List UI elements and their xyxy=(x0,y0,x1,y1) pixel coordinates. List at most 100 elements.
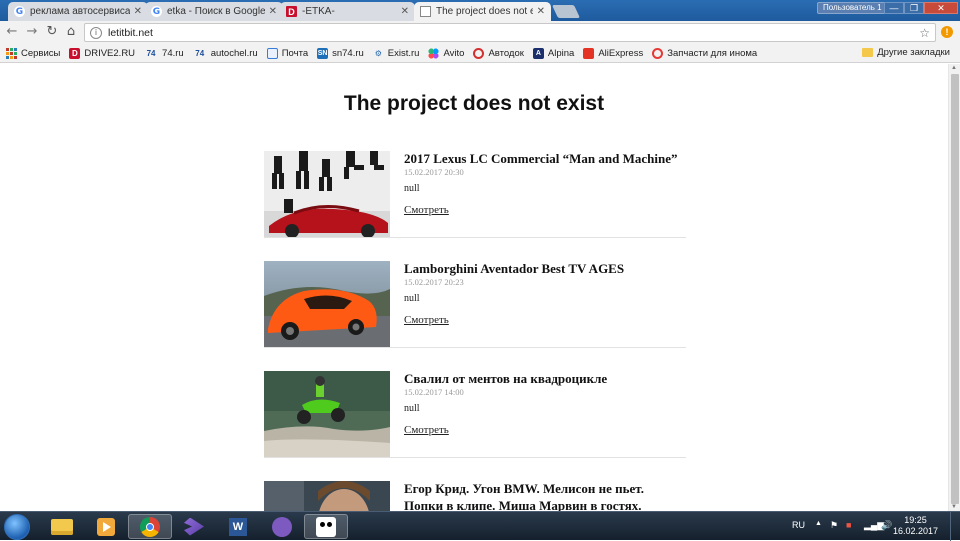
restore-button[interactable]: ❐ xyxy=(904,2,924,14)
post-title[interactable]: 2017 Lexus LC Commercial “Man and Machin… xyxy=(404,150,686,167)
page-title: The project does not exist xyxy=(343,92,605,115)
reload-button[interactable]: ↻ xyxy=(44,24,60,40)
google-icon: G xyxy=(14,6,25,17)
post-body: Lamborghini Aventador Best TV AGES 15.02… xyxy=(404,260,686,328)
post-title[interactable]: Lamborghini Aventador Best TV AGES xyxy=(404,260,686,277)
bookmark-services[interactable]: Сервисы xyxy=(6,47,60,59)
mail-agent-icon[interactable] xyxy=(304,514,348,539)
post-body: Свалил от ментов на квадроцикле 15.02.20… xyxy=(404,370,686,438)
bookmark-mail[interactable]: Почта xyxy=(266,47,308,59)
home-button[interactable]: ⌂ xyxy=(63,24,79,40)
browser-tab-strip: G реклама автосервиса та ✕ G etka - Поис… xyxy=(0,0,960,21)
forward-button[interactable]: → xyxy=(24,24,40,40)
bookmark-label: Запчасти для инома xyxy=(667,47,758,59)
other-bookmarks[interactable]: Другие закладки xyxy=(862,47,950,58)
volume-icon[interactable]: 🔊 xyxy=(881,520,892,531)
scroll-up-icon[interactable]: ▲ xyxy=(951,65,957,71)
word-icon[interactable]: W xyxy=(216,514,260,539)
language-indicator[interactable]: RU xyxy=(792,520,805,530)
bookmark-avtodok[interactable]: Автодок xyxy=(473,47,524,59)
chrome-icon[interactable] xyxy=(128,514,172,539)
new-tab-button[interactable] xyxy=(551,5,581,18)
post-item: Свалил от ментов на квадроцикле 15.02.20… xyxy=(264,348,686,458)
alpina-icon: A xyxy=(532,47,544,59)
system-clock[interactable]: 19:25 16.02.2017 xyxy=(893,515,938,537)
post-title[interactable]: Егор Крид. Угон BMW. Мелисон не пьет. По… xyxy=(404,480,686,511)
bookmark-star-icon[interactable]: ☆ xyxy=(919,26,930,40)
page-scrollbar[interactable]: ▲ ▼ xyxy=(948,64,960,511)
bookmark-alpina[interactable]: A Alpina xyxy=(532,47,574,59)
post-item: Егор Крид. Угон BMW. Мелисон не пьет. По… xyxy=(264,458,686,511)
info-icon[interactable]: i xyxy=(90,26,102,39)
apps-icon xyxy=(6,47,17,59)
post-thumbnail[interactable] xyxy=(264,151,390,237)
drive2-icon: D xyxy=(286,6,297,17)
post-date: 15.02.2017 20:23 xyxy=(404,277,464,287)
bookmark-74ru[interactable]: 74 74.ru xyxy=(144,48,184,59)
post-item: Lamborghini Aventador Best TV AGES 15.02… xyxy=(264,238,686,348)
flag-icon[interactable]: ⚑ xyxy=(830,520,838,531)
exist-icon: ⚙ xyxy=(374,48,382,58)
scroll-down-icon[interactable]: ▼ xyxy=(951,504,957,510)
post-thumbnail[interactable] xyxy=(264,261,390,347)
bookmark-avito[interactable]: Avito xyxy=(428,47,465,59)
folder-icon xyxy=(862,48,874,57)
post-date: 15.02.2017 14:00 xyxy=(404,387,464,397)
bookmark-label: Avito xyxy=(443,47,465,59)
aliexpress-icon xyxy=(583,47,595,59)
tab-etka[interactable]: D -ETKA- ✕ xyxy=(280,2,415,21)
address-bar[interactable]: i letitbit.net ☆ xyxy=(84,23,936,42)
bookmark-label: sn74.ru xyxy=(332,47,364,59)
post-title[interactable]: Свалил от ментов на квадроцикле xyxy=(404,370,686,387)
clock-date: 16.02.2017 xyxy=(892,526,938,536)
profile-button[interactable]: Пользователь 1 xyxy=(817,2,888,14)
viber-icon[interactable] xyxy=(260,514,304,539)
tab-label: etka - Поиск в Google xyxy=(167,6,265,17)
close-icon[interactable]: ✕ xyxy=(401,6,409,17)
bookmark-zapchasti[interactable]: Запчасти для инома xyxy=(652,47,758,59)
browser-toolbar: ← → ↻ ⌂ i letitbit.net ☆ ! xyxy=(0,21,960,44)
bookmark-sn74[interactable]: SN sn74.ru xyxy=(317,47,364,59)
tray-expand-icon[interactable]: ▲ xyxy=(815,520,822,527)
explorer-icon[interactable] xyxy=(40,514,84,539)
back-button[interactable]: ← xyxy=(4,24,20,40)
post-body: Егор Крид. Угон BMW. Мелисон не пьет. По… xyxy=(404,480,686,511)
post-thumbnail[interactable] xyxy=(264,481,390,511)
post-body: 2017 Lexus LC Commercial “Man and Machin… xyxy=(404,150,686,218)
minimize-button[interactable]: — xyxy=(884,2,904,14)
scroll-thumb[interactable] xyxy=(951,74,959,504)
bookmark-label: Другие закладки xyxy=(877,47,950,58)
close-icon[interactable]: ✕ xyxy=(269,6,277,17)
post-item: 2017 Lexus LC Commercial “Man and Machin… xyxy=(264,128,686,238)
show-desktop-button[interactable] xyxy=(950,512,960,541)
start-button[interactable] xyxy=(4,514,30,540)
drive2-icon: D xyxy=(69,47,81,59)
media-player-icon[interactable] xyxy=(84,514,128,539)
post-text: null xyxy=(404,403,420,414)
74ru-icon: 74 xyxy=(146,48,156,58)
bookmark-aliexpress[interactable]: AliExpress xyxy=(583,47,643,59)
extension-warning-icon[interactable]: ! xyxy=(941,26,953,38)
watch-link[interactable]: Смотреть xyxy=(404,204,449,216)
tab-etka-search[interactable]: G etka - Поиск в Google ✕ xyxy=(145,2,283,21)
zapchasti-icon xyxy=(652,47,664,59)
mail-icon xyxy=(266,47,278,59)
security-icon[interactable]: ■ xyxy=(846,520,851,530)
watch-link[interactable]: Смотреть xyxy=(404,424,449,436)
page-content: The project does not exist 2017 Lexus LC… xyxy=(0,64,948,511)
post-thumbnail[interactable] xyxy=(264,371,390,457)
close-icon[interactable]: ✕ xyxy=(134,6,142,17)
visual-studio-icon[interactable] xyxy=(172,514,216,539)
close-window-button[interactable]: ✕ xyxy=(924,2,958,14)
url-text[interactable]: letitbit.net xyxy=(108,27,919,39)
windows-taskbar: W RU ▲ ⚑ ■ ▂▄▆ 🔊 19:25 16.02.2017 xyxy=(0,511,960,541)
tab-project-not-exist[interactable]: The project does not exi ✕ xyxy=(414,2,551,21)
bookmark-exist[interactable]: ⚙ Exist.ru xyxy=(373,48,420,59)
tab-label: -ETKA- xyxy=(302,6,335,17)
bookmark-drive2[interactable]: D DRIVE2.RU xyxy=(69,47,135,59)
watch-link[interactable]: Смотреть xyxy=(404,314,449,326)
tab-reklama[interactable]: G реклама автосервиса та ✕ xyxy=(8,2,148,21)
avtodok-icon xyxy=(473,47,485,59)
close-icon[interactable]: ✕ xyxy=(537,6,545,17)
bookmark-autochel[interactable]: 74 autochel.ru xyxy=(193,48,257,59)
